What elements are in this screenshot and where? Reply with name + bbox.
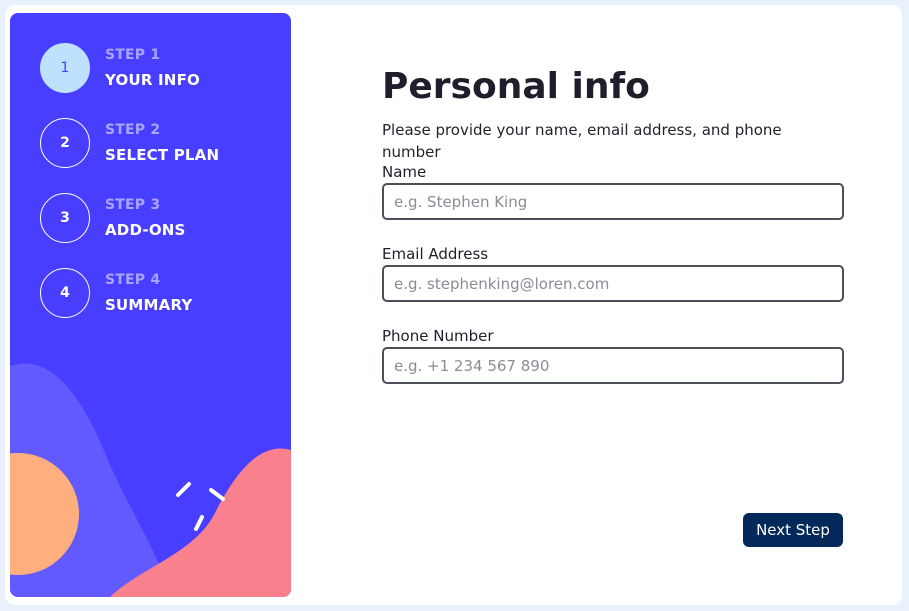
page-subtitle: Please provide your name, email address,… bbox=[382, 121, 782, 161]
email-input[interactable] bbox=[382, 265, 844, 302]
step-sublabel: STEP 1 bbox=[105, 47, 161, 63]
personal-info-form: Personal info Please provide your name, … bbox=[382, 60, 844, 384]
step-number-badge: 2 bbox=[40, 118, 90, 168]
name-label: Name bbox=[382, 163, 427, 181]
step-title: SELECT PLAN bbox=[105, 146, 220, 164]
step-4-summary[interactable]: 4 STEP 4 SUMMARY bbox=[40, 268, 280, 318]
step-sidebar: 1 STEP 1 YOUR INFO 2 STEP 2 SELECT PLAN … bbox=[10, 13, 291, 597]
step-number-badge: 4 bbox=[40, 268, 90, 318]
step-1-your-info[interactable]: 1 STEP 1 YOUR INFO bbox=[40, 43, 280, 93]
step-title: SUMMARY bbox=[105, 296, 193, 314]
phone-input[interactable] bbox=[382, 347, 844, 384]
name-field-group: Name bbox=[382, 161, 844, 220]
step-3-add-ons[interactable]: 3 STEP 3 ADD-ONS bbox=[40, 193, 280, 243]
step-sublabel: STEP 3 bbox=[105, 197, 161, 213]
phone-label: Phone Number bbox=[382, 327, 494, 345]
step-sublabel: STEP 2 bbox=[105, 122, 161, 138]
page-title: Personal info bbox=[382, 66, 650, 107]
step-2-select-plan[interactable]: 2 STEP 2 SELECT PLAN bbox=[40, 118, 280, 168]
email-label: Email Address bbox=[382, 245, 489, 263]
step-title: ADD-ONS bbox=[105, 221, 186, 239]
step-number-badge: 3 bbox=[40, 193, 90, 243]
name-input[interactable] bbox=[382, 183, 844, 220]
next-step-button[interactable]: Next Step bbox=[743, 513, 843, 547]
step-sublabel: STEP 4 bbox=[105, 272, 161, 288]
phone-field-group: Phone Number bbox=[382, 325, 844, 384]
step-number-badge: 1 bbox=[40, 43, 90, 93]
step-title: YOUR INFO bbox=[105, 71, 200, 89]
email-field-group: Email Address bbox=[382, 243, 844, 302]
